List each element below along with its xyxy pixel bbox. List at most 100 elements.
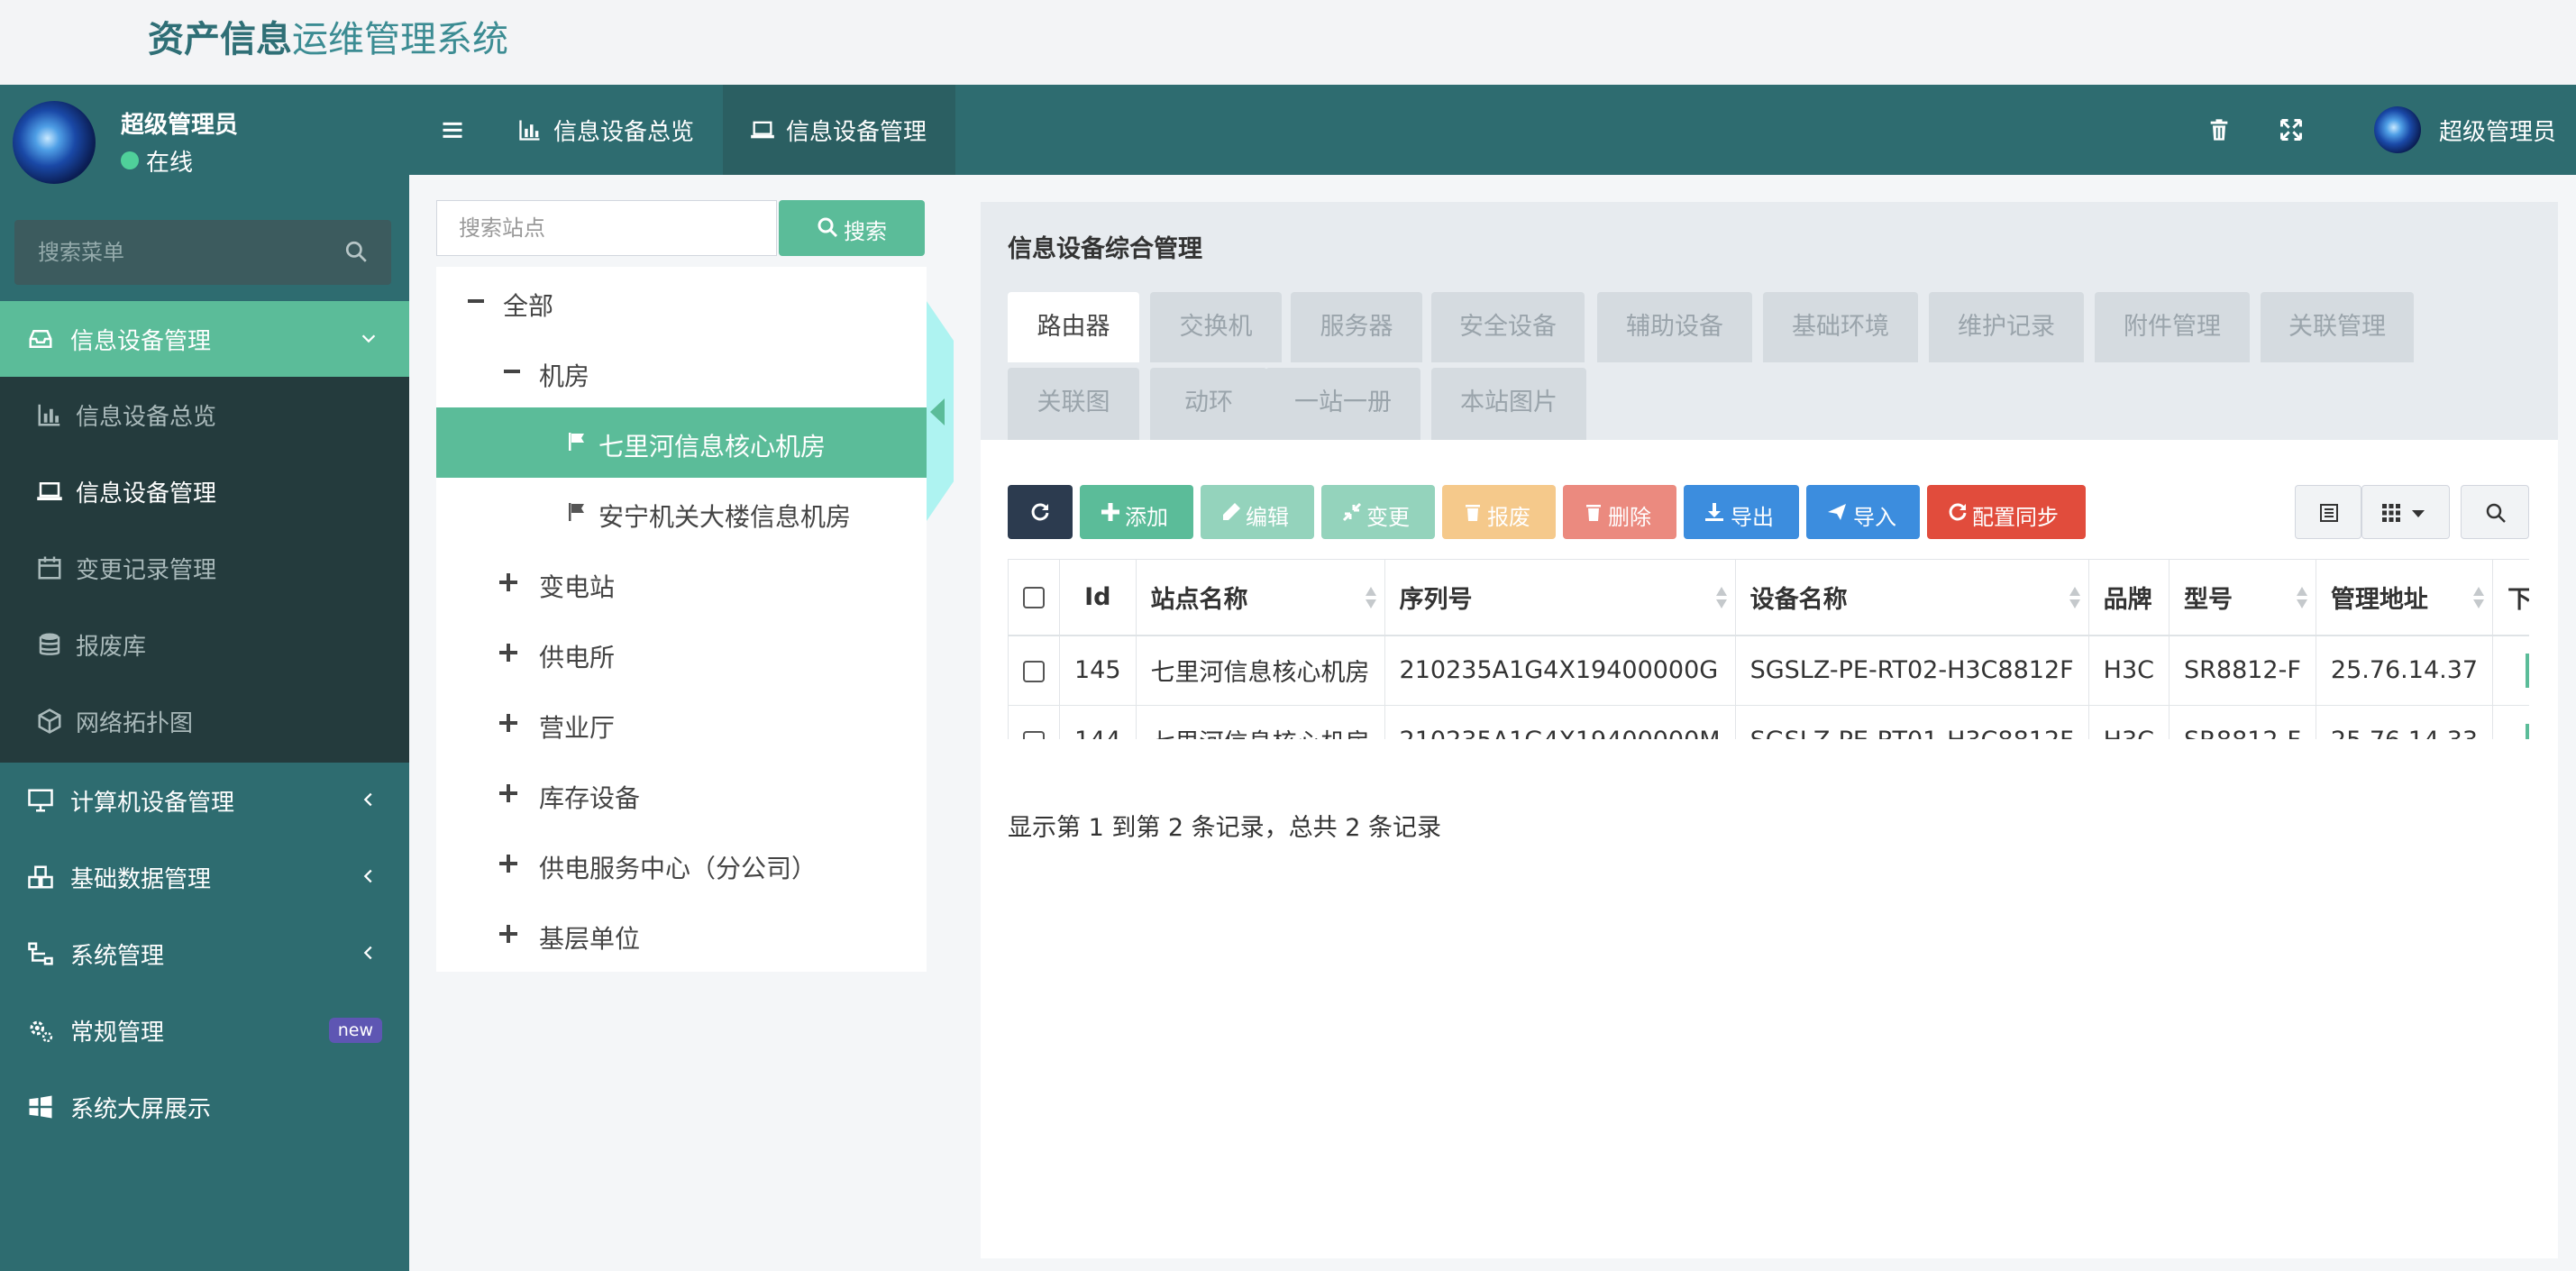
row-action-marker[interactable] [2526,653,2529,688]
columns-dropdown-button[interactable] [2361,485,2450,539]
column-header-device-name[interactable]: 设备名称 [1734,559,2089,636]
sort-icon[interactable] [1365,585,1377,610]
import-button[interactable]: 导入 [1806,485,1920,539]
expand-icon[interactable] [498,853,519,874]
tab-one-station-one-book[interactable]: 一站一册 [1265,368,1420,440]
tab-router[interactable]: 路由器 [1008,292,1139,362]
fullscreen-icon[interactable] [2279,117,2304,142]
column-header-label: 序列号 [1399,585,1473,614]
tree-node-qilihe-core-room[interactable]: 七里河信息核心机房 [436,407,927,478]
tab-server[interactable]: 服务器 [1291,292,1422,362]
table-row[interactable]: 145 七里河信息核心机房 210235A1G4X19400000G SGSLZ… [1008,635,2529,706]
tab-label: 信息设备管理 [786,119,927,146]
row-checkbox[interactable] [1023,660,1045,682]
sort-icon[interactable] [2296,585,2308,610]
tree-node-anning-room[interactable]: 安宁机关大楼信息机房 [436,478,927,548]
main-panel-header: 信息设备综合管理 路由器 交换机 服务器 安全设备 辅助设备 基础环境 维护记录… [981,202,2558,440]
sidebar-subitem-overview[interactable]: 信息设备总览 [0,377,409,453]
clear-cache-trash-icon[interactable] [2206,117,2232,142]
sidebar-subitem-scrap[interactable]: 报废库 [0,607,409,683]
tab-station-photos[interactable]: 本站图片 [1431,368,1586,440]
button-label: 添加 [1125,505,1168,530]
change-button[interactable]: 变更 [1321,485,1435,539]
tab-attachments[interactable]: 附件管理 [2095,292,2250,362]
tab-info-device-management[interactable]: 信息设备管理 [723,85,955,175]
column-header-brand[interactable]: 品牌 [2087,559,2170,636]
add-button[interactable]: 添加 [1080,485,1193,539]
tab-info-device-overview[interactable]: 信息设备总览 [490,85,694,175]
select-all-checkbox[interactable] [1023,587,1045,609]
menu-toggle-icon[interactable] [440,117,465,142]
tree-node-service-center[interactable]: 供电服务中心（分公司） [436,829,927,900]
tab-auxiliary-device[interactable]: 辅助设备 [1597,292,1752,362]
row-select-cell [1008,635,1060,706]
sidebar-item-computer-devices[interactable]: 计算机设备管理 [0,763,409,838]
column-header-more[interactable]: 下 [2492,559,2529,636]
toggle-view-button[interactable] [2295,485,2361,539]
top-user-name[interactable]: 超级管理员 [2439,114,2556,147]
tab-association-graph[interactable]: 关联图 [1008,368,1139,440]
sort-icon[interactable] [1715,585,1728,610]
sort-icon[interactable] [2472,585,2485,610]
column-header-label: 站点名称 [1150,585,1248,614]
sidebar-item-info-device-management[interactable]: 信息设备管理 [0,301,409,377]
menu-search-input[interactable] [14,220,339,285]
sidebar-item-general-management[interactable]: 常规管理 new [0,992,409,1068]
column-header-serial[interactable]: 序列号 [1384,559,1736,636]
expand-icon[interactable] [498,923,519,945]
sidebar-subitem-change-records[interactable]: 变更记录管理 [0,530,409,607]
sidebar-item-big-screen[interactable]: 系统大屏展示 [0,1069,409,1145]
table-row[interactable]: 144 七里河信息核心机房 210235A1G4X19400000M SGSLZ… [1008,705,2529,739]
tab-environment-monitor[interactable]: 动环 [1150,368,1267,440]
row-checkbox[interactable] [1023,730,1045,739]
tree-node-inventory[interactable]: 库存设备 [436,759,927,829]
sidebar-item-base-data[interactable]: 基础数据管理 [0,839,409,915]
sidebar-item-system-management[interactable]: 系统管理 [0,916,409,992]
sort-icon[interactable] [2069,585,2081,610]
tab-association[interactable]: 关联管理 [2261,292,2414,362]
tab-security-device[interactable]: 安全设备 [1431,292,1585,362]
sidebar-item-label: 信息设备管理 [70,328,212,355]
expand-icon[interactable] [498,571,519,593]
tree-node-power-supply-station[interactable]: 供电所 [436,618,927,689]
tree-node-grassroots[interactable]: 基层单位 [436,900,927,970]
collapse-icon[interactable] [501,361,523,382]
tree-node-all[interactable]: 全部 [436,267,927,337]
column-header-model[interactable]: 型号 [2169,559,2316,636]
column-header-id[interactable]: Id [1059,559,1137,636]
edit-button[interactable]: 编辑 [1201,485,1314,539]
search-icon[interactable] [344,240,368,263]
config-sync-button[interactable]: 配置同步 [1927,485,2086,539]
expand-icon[interactable] [498,782,519,804]
column-header-mgmt-address[interactable]: 管理地址 [2315,559,2494,636]
delete-button[interactable]: 删除 [1563,485,1676,539]
tree-node-label: 供电所 [539,643,616,672]
tab-base-environment[interactable]: 基础环境 [1763,292,1918,362]
scrap-button[interactable]: 报废 [1442,485,1556,539]
table-container: Id 站点名称 序列号 设备名称 品牌 型号 管理地址 下 145 七里河信息核… [1008,559,2529,739]
row-action-marker[interactable] [2526,723,2529,739]
tree-node-business-hall[interactable]: 营业厅 [436,689,927,759]
refresh-button[interactable] [1008,485,1073,539]
collapse-icon[interactable] [465,290,487,312]
expand-icon[interactable] [498,712,519,734]
avatar[interactable] [13,101,96,184]
export-button[interactable]: 导出 [1684,485,1799,539]
cell-serial: 210235A1G4X19400000G [1384,635,1736,706]
site-search-input[interactable] [436,200,777,256]
caret-left-icon[interactable] [928,397,946,427]
tree-node-substation[interactable]: 变电站 [436,548,927,618]
top-user-avatar[interactable] [2374,106,2421,153]
column-header-site[interactable]: 站点名称 [1135,559,1385,636]
sidebar-subitem-manage[interactable]: 信息设备管理 [0,453,409,530]
expand-icon[interactable] [498,642,519,663]
tab-maintenance-records[interactable]: 维护记录 [1929,292,2084,362]
tab-switch[interactable]: 交换机 [1150,292,1282,362]
cell-more [2492,635,2529,706]
sidebar-subitem-topology[interactable]: 网络拓扑图 [0,683,409,760]
button-label: 配置同步 [1972,505,2059,530]
tree-node-machine-room[interactable]: 机房 [436,337,927,407]
site-search-button[interactable]: 搜索 [779,200,925,256]
cell-id: 145 [1059,635,1137,706]
table-search-button[interactable] [2461,485,2529,539]
